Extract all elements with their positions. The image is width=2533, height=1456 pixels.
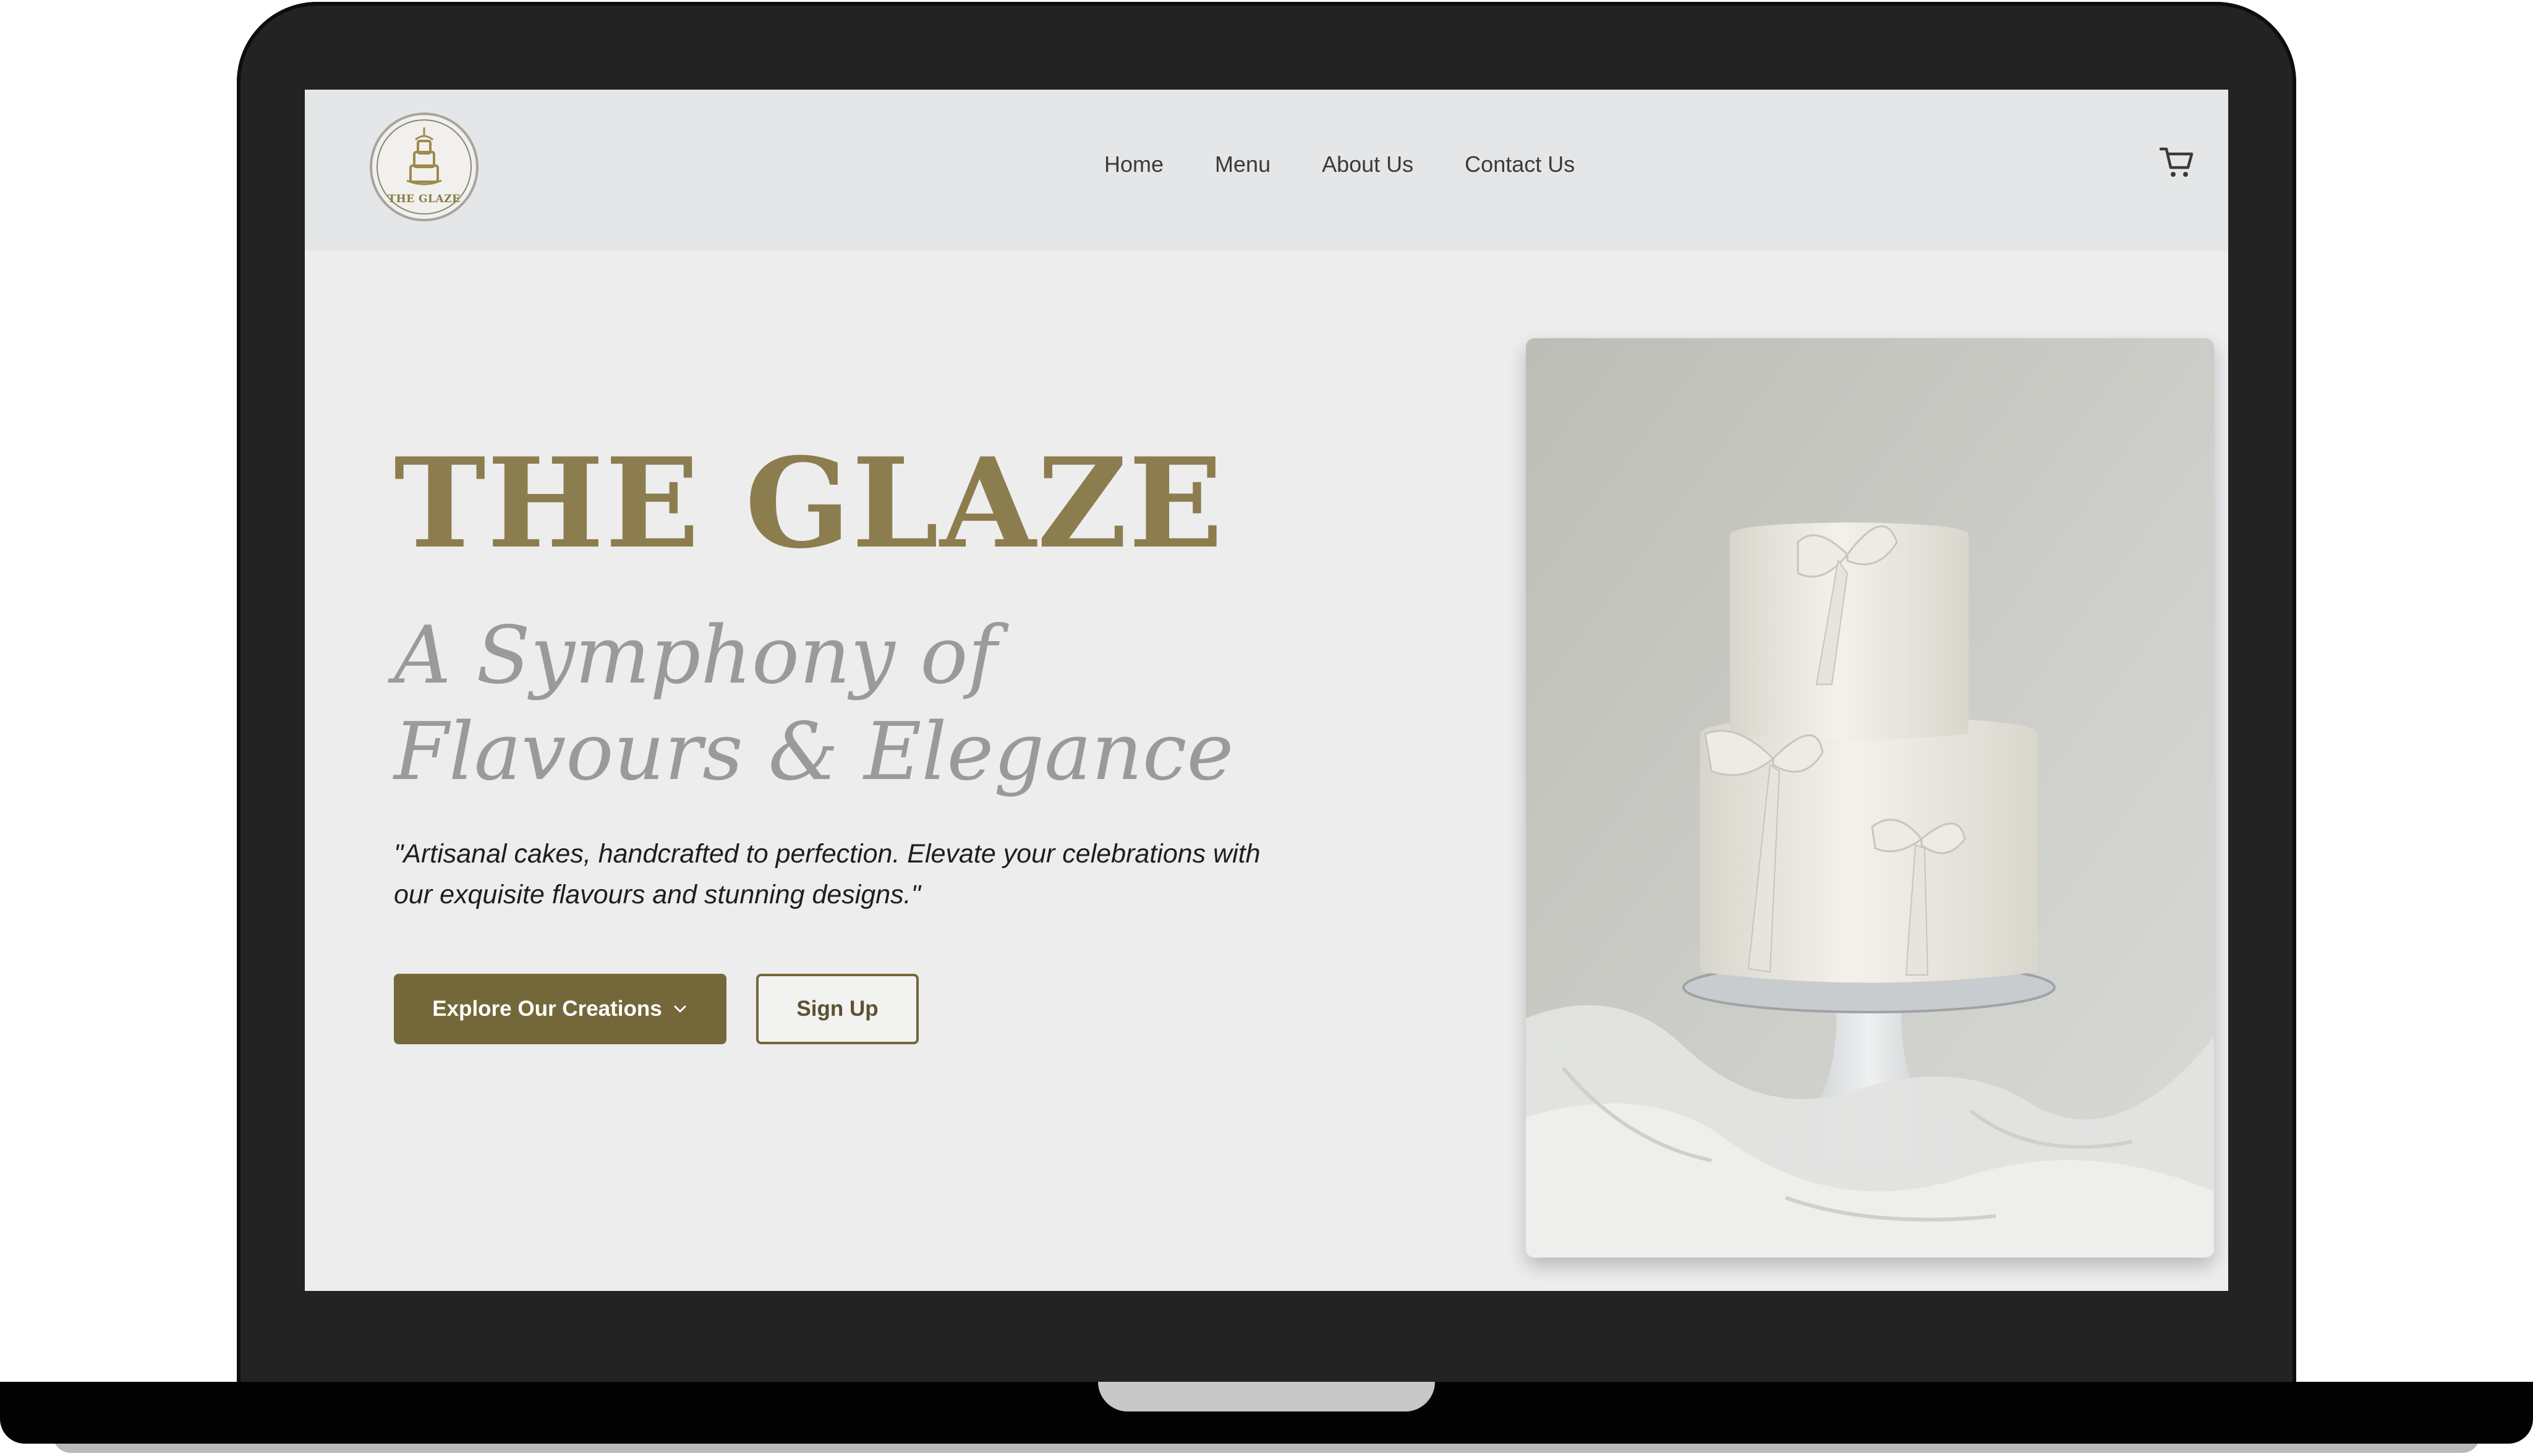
nav-menu[interactable]: Menu <box>1215 151 1271 177</box>
hero-title: THE GLAZE <box>394 431 1224 576</box>
logo-text: THE GLAZE <box>388 193 461 205</box>
laptop-notch <box>1098 1382 1435 1411</box>
main-nav: Home Menu About Us Contact Us <box>1104 151 1575 177</box>
explore-creations-label: Explore Our Creations <box>432 997 662 1021</box>
nav-about-us[interactable]: About Us <box>1322 151 1413 177</box>
hero-cake-image <box>1526 338 2214 1258</box>
browser-screen: THE GLAZE Home Menu About Us Contact Us … <box>305 90 2228 1291</box>
hero-subtitle-line-1: A Symphony of <box>394 610 997 702</box>
hero-subtitle-line-2: Flavours & Elegance <box>394 706 1234 798</box>
shopping-cart-icon[interactable] <box>2158 144 2195 181</box>
top-navbar: THE GLAZE Home Menu About Us Contact Us <box>305 90 2228 250</box>
explore-creations-button[interactable]: Explore Our Creations <box>394 974 726 1044</box>
brand-logo[interactable]: THE GLAZE <box>370 113 479 221</box>
hero-tagline: "Artisanal cakes, handcrafted to perfect… <box>394 839 1261 909</box>
hero-subtitle: A Symphony of Flavours & Elegance <box>394 608 1234 801</box>
nav-home[interactable]: Home <box>1104 151 1164 177</box>
chevron-down-icon <box>674 1005 686 1013</box>
sign-up-button[interactable]: Sign Up <box>756 974 919 1044</box>
sign-up-label: Sign Up <box>796 997 879 1021</box>
nav-contact-us[interactable]: Contact Us <box>1465 151 1575 177</box>
